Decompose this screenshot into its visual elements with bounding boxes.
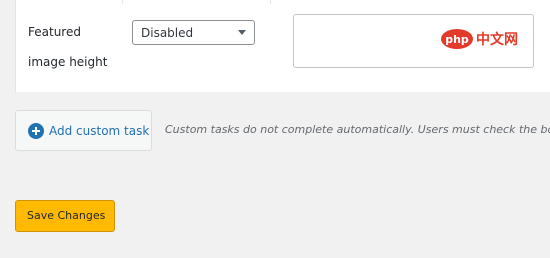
add-custom-task-label: Add custom task	[49, 124, 150, 138]
watermark-text-cn: 中文网	[476, 31, 518, 48]
php-cn-watermark-logo: php 中文网	[441, 29, 518, 49]
featured-image-height-select[interactable]: Disabled	[132, 20, 255, 45]
add-custom-task-button[interactable]: Add custom task	[15, 110, 152, 151]
featured-image-height-selected-value: Disabled	[141, 26, 194, 40]
column-divider	[122, 0, 123, 4]
custom-task-note: Custom tasks do not complete automatical…	[165, 123, 550, 136]
featured-image-height-label-line1: Featured	[28, 25, 81, 39]
save-changes-button[interactable]: Save Changes	[15, 200, 115, 232]
watermark-text-php: php	[445, 33, 469, 46]
chevron-down-icon	[238, 30, 246, 35]
featured-image-height-label-line2: image height	[28, 55, 108, 69]
panel-top-edge	[16, 0, 550, 4]
plus-circle-icon	[28, 123, 44, 139]
column-divider	[270, 0, 271, 4]
save-changes-label: Save Changes	[27, 209, 106, 222]
